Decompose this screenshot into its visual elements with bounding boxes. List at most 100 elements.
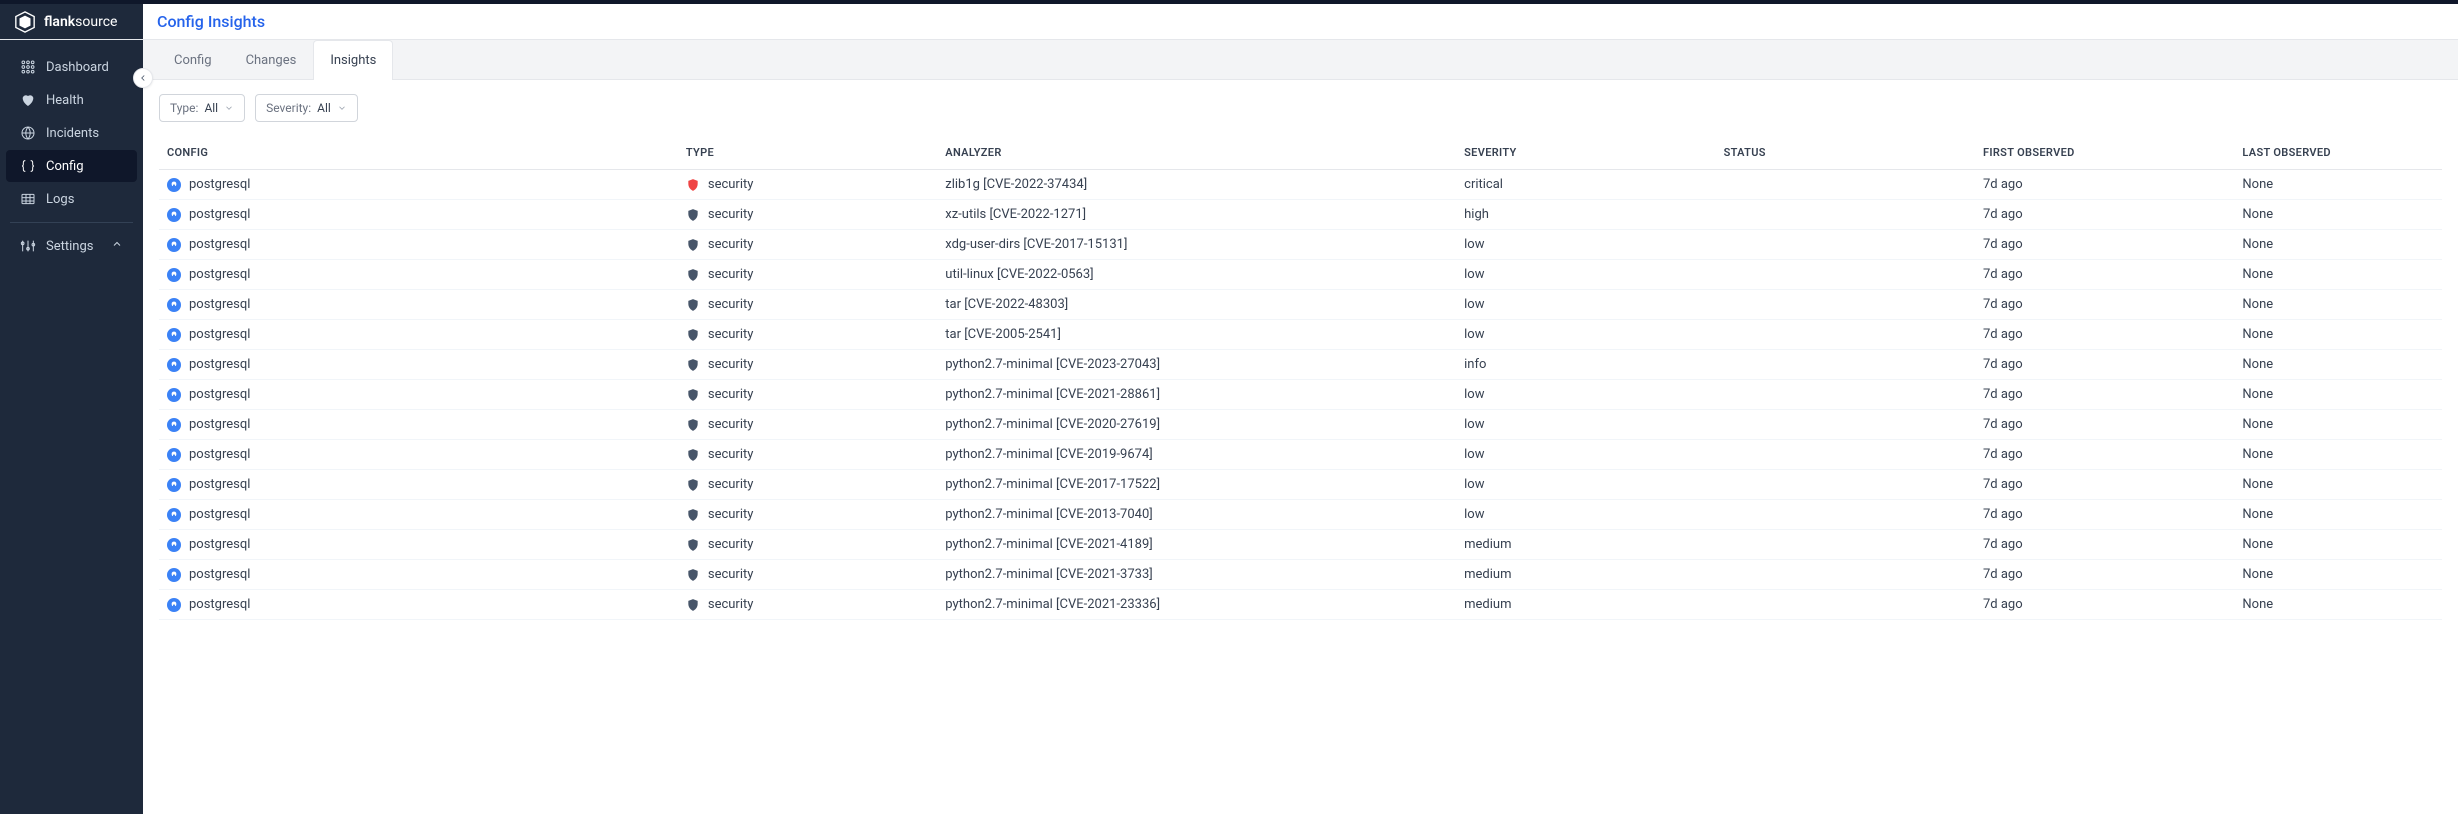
sidebar: DashboardHealth Incidents ConfigLogs Setti… (0, 40, 143, 814)
shield-icon (686, 268, 700, 282)
last-observed-cell: None (2234, 200, 2442, 230)
postgresql-icon (167, 298, 181, 312)
analyzer-cell: xz-utils [CVE-2022-1271] (937, 200, 1456, 230)
sidebar-item-incidents[interactable]: Incidents (6, 117, 137, 149)
postgresql-icon (167, 508, 181, 522)
table-row[interactable]: postgresqlsecuritypython2.7-minimal [CVE… (159, 440, 2442, 470)
column-header[interactable]: FIRST OBSERVED (1975, 136, 2234, 170)
status-cell (1716, 590, 1975, 620)
chevron-up-icon (111, 238, 123, 254)
severity-cell: low (1456, 290, 1715, 320)
status-cell (1716, 560, 1975, 590)
table-row[interactable]: postgresqlsecuritypython2.7-minimal [CVE… (159, 590, 2442, 620)
table-row[interactable]: postgresqlsecurityzlib1g [CVE-2022-37434… (159, 170, 2442, 200)
sidebar-item-health[interactable]: Health (6, 84, 137, 116)
last-observed-cell: None (2234, 440, 2442, 470)
table-row[interactable]: postgresqlsecuritytar [CVE-2022-48303]lo… (159, 290, 2442, 320)
filter-type[interactable]: Type: All (159, 94, 245, 122)
analyzer-cell: util-linux [CVE-2022-0563] (937, 260, 1456, 290)
column-header[interactable]: SEVERITY (1456, 136, 1715, 170)
braces-icon (20, 158, 36, 174)
filter-severity[interactable]: Severity: All (255, 94, 358, 122)
analyzer-cell: python2.7-minimal [CVE-2020-27619] (937, 410, 1456, 440)
tab-changes[interactable]: Changes (229, 40, 314, 80)
analyzer-cell: python2.7-minimal [CVE-2019-9674] (937, 440, 1456, 470)
config-name: postgresql (189, 387, 250, 402)
table-row[interactable]: postgresqlsecuritypython2.7-minimal [CVE… (159, 470, 2442, 500)
table-row[interactable]: postgresql security xz-utils [CVE-2022-127… (159, 200, 2442, 230)
chevron-down-icon (224, 103, 234, 113)
tab-insights[interactable]: Insights (313, 40, 393, 80)
config-name: postgresql (189, 477, 250, 492)
table-row[interactable]: postgresqlsecuritypython2.7-minimal [CVE… (159, 530, 2442, 560)
table-row[interactable]: postgresqlsecuritytar [CVE-2005-2541]low… (159, 320, 2442, 350)
table-row[interactable]: postgresqlsecuritypython2.7-minimal [CVE… (159, 500, 2442, 530)
first-observed-cell: 7d ago (1975, 380, 2234, 410)
sidebar-item-settings[interactable]: Settings (6, 230, 137, 262)
table-row[interactable]: postgresqlsecuritypython2.7-minimal [CVE… (159, 380, 2442, 410)
table-row[interactable]: postgresqlsecuritypython2.7-minimal [CVE… (159, 350, 2442, 380)
main-content: ConfigChangesInsights Type: All Severity… (143, 40, 2458, 814)
brand-logo-icon (14, 11, 36, 33)
sidebar-collapse-button[interactable] (133, 68, 153, 88)
brand[interactable]: flanksource (0, 4, 143, 39)
brand-name: flanksource (44, 14, 117, 30)
column-header[interactable]: TYPE (678, 136, 937, 170)
sidebar-item-dashboard[interactable]: Dashboard (6, 51, 137, 83)
analyzer-cell: python2.7-minimal [CVE-2021-4189] (937, 530, 1456, 560)
analyzer-cell: python2.7-minimal [CVE-2023-27043] (937, 350, 1456, 380)
type-label: security (708, 207, 754, 222)
status-cell (1716, 260, 1975, 290)
type-label: security (708, 417, 754, 432)
last-observed-cell: None (2234, 320, 2442, 350)
column-header[interactable]: CONFIG (159, 136, 678, 170)
table-row[interactable]: postgresqlsecuritypython2.7-minimal [CVE… (159, 410, 2442, 440)
type-label: security (708, 177, 754, 192)
column-header[interactable]: LAST OBSERVED (2234, 136, 2442, 170)
table-row[interactable]: postgresqlsecurityxdg-user-dirs [CVE-201… (159, 230, 2442, 260)
chevron-down-icon (337, 103, 347, 113)
table-row[interactable]: postgresqlsecuritypython2.7-minimal [CVE… (159, 560, 2442, 590)
postgresql-icon (167, 538, 181, 552)
last-observed-cell: None (2234, 260, 2442, 290)
sliders-icon (20, 238, 36, 254)
last-observed-cell: None (2234, 560, 2442, 590)
severity-cell: low (1456, 230, 1715, 260)
status-cell (1716, 410, 1975, 440)
sidebar-item-logs[interactable]: Logs (6, 183, 137, 215)
postgresql-icon (167, 238, 181, 252)
shield-icon (686, 208, 700, 222)
severity-cell: medium (1456, 590, 1715, 620)
type-label: security (708, 357, 754, 372)
first-observed-cell: 7d ago (1975, 230, 2234, 260)
column-header[interactable]: STATUS (1716, 136, 1975, 170)
first-observed-cell: 7d ago (1975, 320, 2234, 350)
first-observed-cell: 7d ago (1975, 500, 2234, 530)
severity-cell: low (1456, 320, 1715, 350)
tab-config[interactable]: Config (157, 40, 229, 80)
first-observed-cell: 7d ago (1975, 170, 2234, 200)
shield-icon (686, 478, 700, 492)
type-label: security (708, 537, 754, 552)
postgresql-icon (167, 598, 181, 612)
status-cell (1716, 470, 1975, 500)
shield-icon (686, 328, 700, 342)
config-name: postgresql (189, 207, 250, 222)
column-header[interactable]: ANALYZER (937, 136, 1456, 170)
shield-icon (686, 568, 700, 582)
page-title: Config Insights (143, 12, 265, 31)
postgresql-icon (167, 178, 181, 192)
sidebar-item-config[interactable]: Config (6, 150, 137, 182)
table-row[interactable]: postgresqlsecurityutil-linux [CVE-2022-0… (159, 260, 2442, 290)
postgresql-icon (167, 268, 181, 282)
insights-table: CONFIGTYPEANALYZERSEVERITYSTATUSFIRST OB… (159, 136, 2442, 620)
config-name: postgresql (189, 507, 250, 522)
analyzer-cell: tar [CVE-2022-48303] (937, 290, 1456, 320)
first-observed-cell: 7d ago (1975, 560, 2234, 590)
type-label: security (708, 567, 754, 582)
status-cell (1716, 530, 1975, 560)
sidebar-item-label: Incidents (46, 126, 99, 141)
globe-icon (20, 125, 36, 141)
analyzer-cell: python2.7-minimal [CVE-2021-23336] (937, 590, 1456, 620)
severity-cell: low (1456, 410, 1715, 440)
